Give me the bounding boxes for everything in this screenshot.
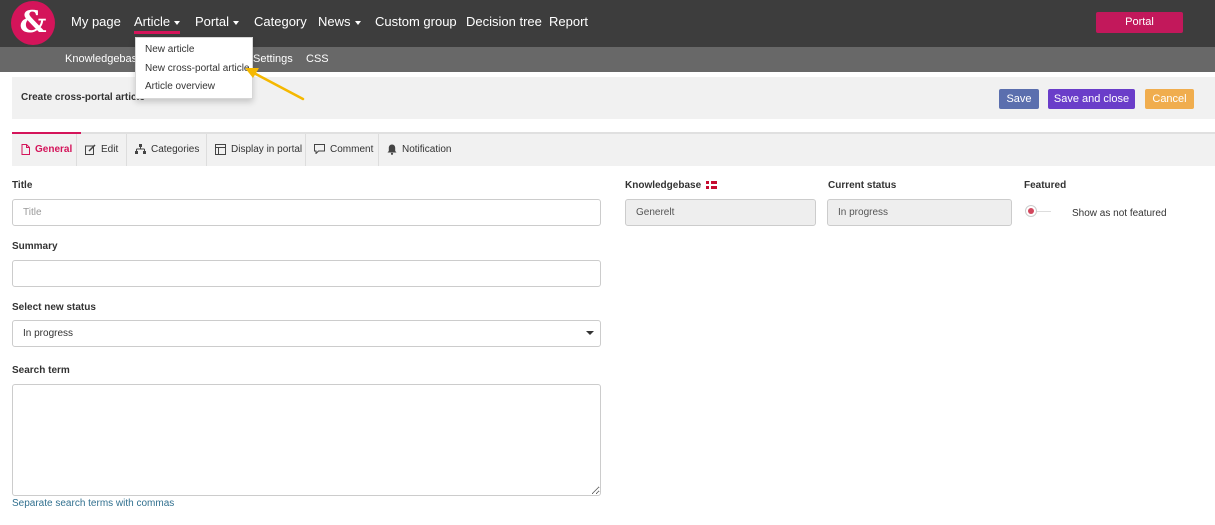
annotation-arrow bbox=[245, 68, 305, 101]
